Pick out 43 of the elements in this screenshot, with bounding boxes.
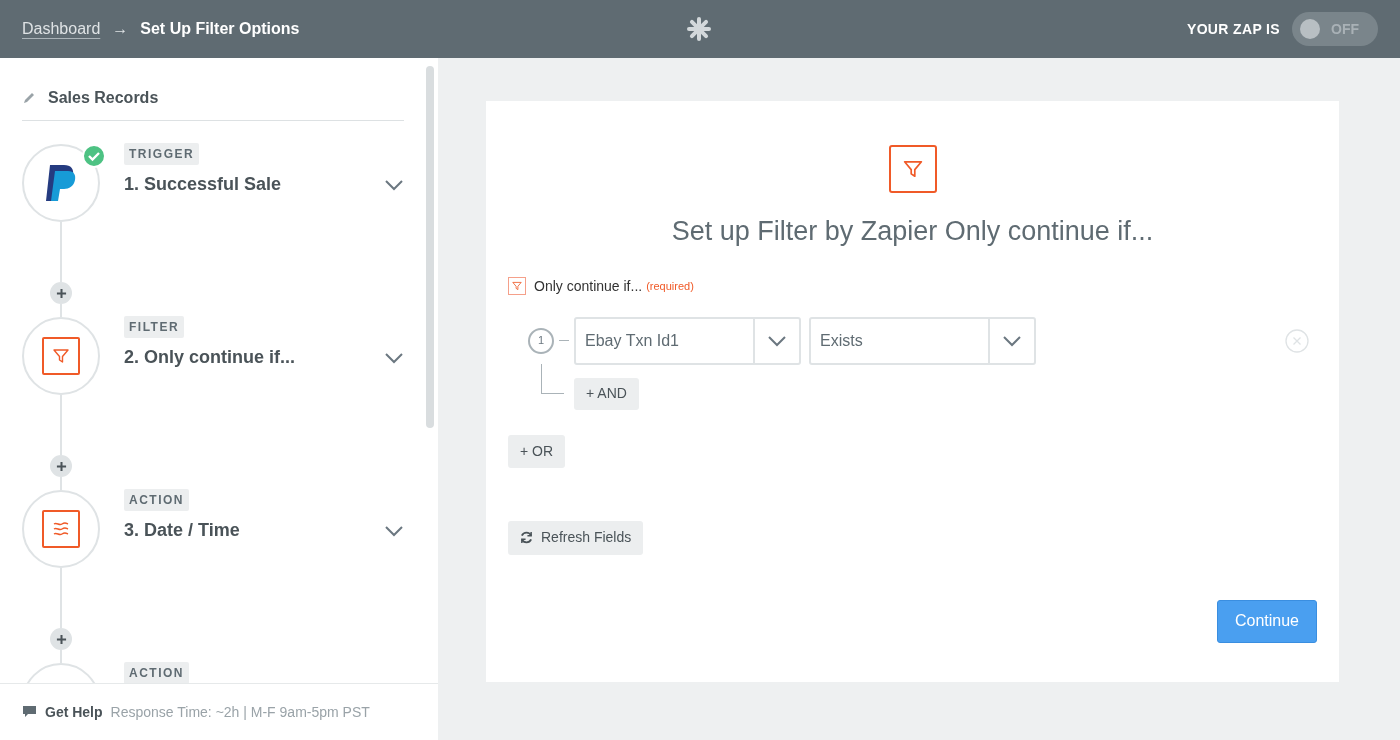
check-icon xyxy=(82,144,106,168)
filter-icon xyxy=(42,337,80,375)
page-title: Set Up Filter Options xyxy=(140,19,300,39)
scrollbar-thumb[interactable] xyxy=(426,66,434,428)
add-step-icon[interactable] xyxy=(50,455,72,477)
chevron-down-icon[interactable] xyxy=(384,524,404,537)
response-time-text: Response Time: ~2h | M-F 9am-5pm PST xyxy=(110,702,370,722)
chat-bubble-icon xyxy=(22,705,37,719)
refresh-fields-button[interactable]: Refresh Fields xyxy=(508,520,644,555)
chevron-down-icon[interactable] xyxy=(767,334,787,347)
breadcrumb-link[interactable]: Dashboard xyxy=(22,17,101,41)
panel-heading: Set up Filter by Zapier Only continue if... xyxy=(671,215,1154,248)
filter-icon xyxy=(508,277,526,295)
step-type-badge: ACTION xyxy=(124,489,189,511)
zap-name[interactable]: Sales Records xyxy=(48,86,159,110)
chevron-down-icon[interactable] xyxy=(384,178,404,191)
step-title[interactable]: 2. Only continue if... xyxy=(124,344,296,371)
zap-status-label: YOUR ZAP IS xyxy=(1186,19,1280,39)
filter-icon xyxy=(888,145,937,193)
pencil-icon[interactable] xyxy=(22,91,36,105)
field-label: Only continue if... xyxy=(534,276,643,296)
connector-line xyxy=(541,363,564,394)
rule-number: 1 xyxy=(528,327,554,354)
chevron-down-icon[interactable] xyxy=(384,351,404,364)
refresh-icon xyxy=(520,531,533,544)
step-title[interactable]: 3. Date / Time xyxy=(124,517,240,544)
step-type-badge: ACTION xyxy=(124,662,189,683)
step-type-badge: FILTER xyxy=(124,316,185,338)
add-step-icon[interactable] xyxy=(50,628,72,650)
chevron-down-icon[interactable] xyxy=(1002,334,1022,347)
add-or-button[interactable]: + OR xyxy=(508,434,566,468)
waves-icon xyxy=(42,510,80,548)
select-field[interactable]: Ebay Txn Id1 xyxy=(574,316,801,365)
add-and-button[interactable]: + AND xyxy=(574,377,639,410)
asterisk-logo-icon xyxy=(686,16,712,42)
step-type-badge: TRIGGER xyxy=(124,143,200,165)
step-title[interactable]: 1. Successful Sale xyxy=(124,171,282,198)
add-step-icon[interactable] xyxy=(50,282,72,304)
paypal-logo-icon xyxy=(44,163,78,203)
get-help-link[interactable]: Get Help xyxy=(45,701,103,723)
breadcrumb-arrow: → xyxy=(112,19,129,39)
required-note: (required) xyxy=(646,278,694,294)
select-field[interactable]: Exists xyxy=(809,316,1036,365)
